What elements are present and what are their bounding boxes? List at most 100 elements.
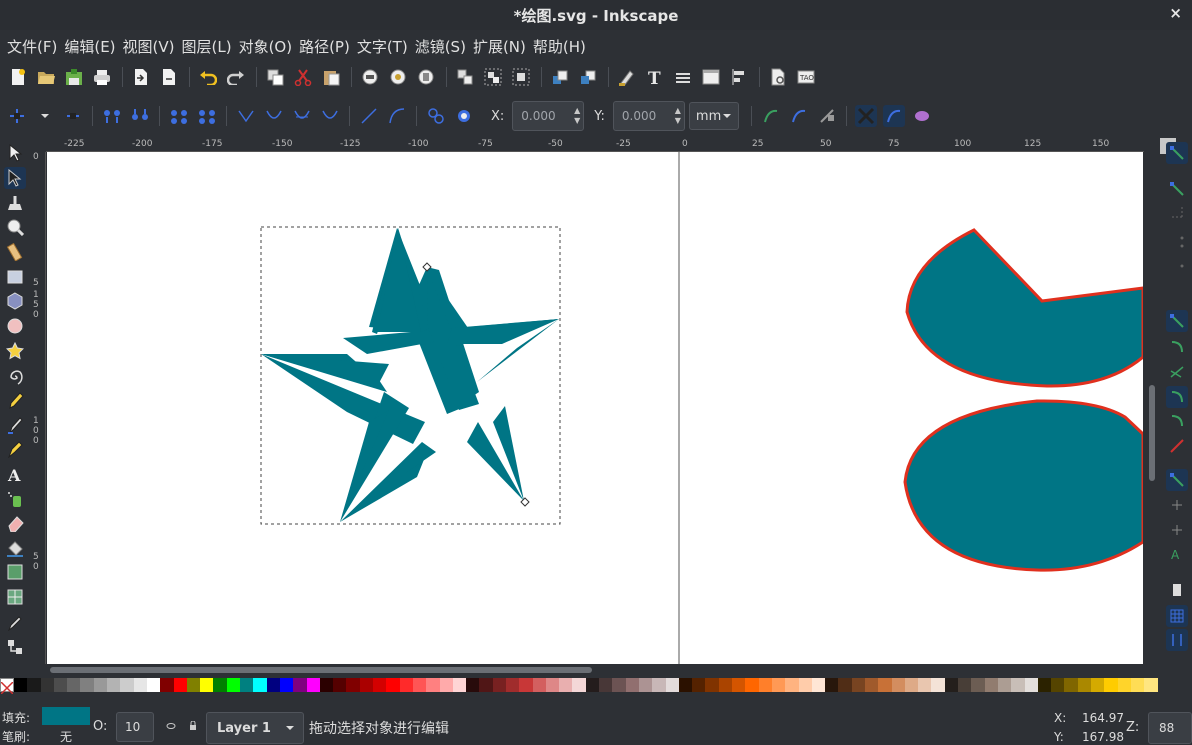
- calligraphy-tool-icon[interactable]: [4, 438, 26, 460]
- palette-swatch[interactable]: [346, 678, 360, 692]
- palette-swatch[interactable]: [53, 678, 68, 692]
- snap-text-baseline-icon[interactable]: A: [1166, 543, 1188, 565]
- palette-swatch[interactable]: [466, 678, 480, 692]
- menu-file[interactable]: 文件(F): [7, 36, 57, 57]
- snap-midpoint-icon[interactable]: [1166, 435, 1188, 457]
- snap-bbox-corner-icon[interactable]: [1166, 232, 1188, 254]
- delete-segment-icon[interactable]: [196, 105, 218, 127]
- palette-swatch[interactable]: [1077, 678, 1092, 692]
- box-3d-tool-icon[interactable]: [4, 290, 26, 312]
- edit-mask-icon[interactable]: [816, 105, 838, 127]
- palette-swatch[interactable]: [825, 678, 839, 692]
- palette-swatch[interactable]: [944, 678, 959, 692]
- palette-swatch[interactable]: [519, 678, 533, 692]
- zoom-page-icon[interactable]: [416, 67, 436, 87]
- menu-view[interactable]: 视图(V): [123, 36, 175, 57]
- eraser-tool-icon[interactable]: [4, 512, 26, 534]
- show-transform-handles-icon[interactable]: [854, 105, 877, 127]
- ungroup-icon[interactable]: [483, 67, 503, 87]
- palette-swatch[interactable]: [359, 678, 374, 692]
- palette-swatch[interactable]: [545, 678, 560, 692]
- x-input[interactable]: 0.000 ▲ ▼: [512, 101, 585, 131]
- lower-icon[interactable]: [578, 67, 598, 87]
- palette-swatch[interactable]: [732, 678, 746, 692]
- menu-path[interactable]: 路径(P): [299, 36, 350, 57]
- palette-swatch[interactable]: [572, 678, 586, 692]
- palette-swatch[interactable]: [811, 678, 826, 692]
- palette-swatch[interactable]: [851, 678, 865, 692]
- dropper-icon[interactable]: [4, 611, 26, 633]
- fill-indicator[interactable]: [42, 707, 90, 725]
- zoom-drawing-icon[interactable]: [388, 67, 408, 87]
- palette-swatch[interactable]: [213, 678, 227, 692]
- delete-node-icon[interactable]: [62, 105, 84, 127]
- palette-swatch[interactable]: [838, 678, 852, 692]
- new-document-icon[interactable]: [8, 67, 28, 87]
- palette-swatch[interactable]: [120, 678, 134, 692]
- palette-swatch[interactable]: [718, 678, 733, 692]
- palette-swatch[interactable]: [771, 678, 786, 692]
- text-font-icon[interactable]: T: [645, 67, 665, 87]
- snap-bbox-midpoint-icon[interactable]: [1166, 256, 1188, 278]
- break-path-icon[interactable]: [129, 105, 151, 127]
- palette-swatch[interactable]: [333, 678, 347, 692]
- palette-swatch[interactable]: [652, 678, 666, 692]
- palette-swatch[interactable]: [386, 678, 400, 692]
- node-auto-icon[interactable]: [319, 105, 341, 127]
- snap-center-icon[interactable]: [1166, 494, 1188, 516]
- layers-icon[interactable]: [673, 67, 693, 87]
- palette-swatch[interactable]: [279, 678, 294, 692]
- spray-tool-icon[interactable]: [4, 488, 26, 510]
- menu-help[interactable]: 帮助(H): [533, 36, 586, 57]
- palette-swatch[interactable]: [1144, 678, 1158, 692]
- palette-swatch[interactable]: [1064, 678, 1078, 692]
- palette-swatch[interactable]: [14, 678, 28, 692]
- palette-swatch[interactable]: [532, 678, 546, 692]
- horizontal-ruler[interactable]: -225 -200 -175 -150 -125 -100 -75 -50 -2…: [46, 138, 1144, 152]
- edit-clip-path-icon[interactable]: [788, 105, 810, 127]
- palette-swatch[interactable]: [971, 678, 985, 692]
- paste-icon[interactable]: [321, 67, 341, 87]
- connector-tool-icon[interactable]: [4, 636, 26, 658]
- join-segment-icon[interactable]: [168, 105, 190, 127]
- palette-swatch[interactable]: [200, 678, 214, 692]
- pen-tool-icon[interactable]: [4, 414, 26, 436]
- snap-cusp-icon[interactable]: [1166, 386, 1188, 408]
- join-nodes-icon[interactable]: [101, 105, 123, 127]
- snap-rotation-center-icon[interactable]: [1166, 519, 1188, 541]
- canvas[interactable]: [47, 152, 1143, 664]
- clone-icon[interactable]: [511, 67, 531, 87]
- save-icon[interactable]: [64, 67, 84, 87]
- palette-swatch[interactable]: [798, 678, 812, 692]
- unit-dropdown[interactable]: mm: [688, 102, 739, 130]
- palette-swatch[interactable]: [240, 678, 254, 692]
- palette-swatch[interactable]: [293, 678, 307, 692]
- palette-swatch[interactable]: [319, 678, 334, 692]
- palette-swatch[interactable]: [878, 678, 892, 692]
- close-icon[interactable]: ×: [1169, 4, 1182, 22]
- node-cusp-icon[interactable]: [235, 105, 257, 127]
- palette-swatch[interactable]: [306, 678, 320, 692]
- palette-swatch[interactable]: [997, 678, 1012, 692]
- menu-object[interactable]: 对象(O): [239, 36, 293, 57]
- node-handle[interactable]: [520, 497, 530, 507]
- zoom-selection-icon[interactable]: [360, 67, 380, 87]
- ellipse-shape[interactable]: [903, 399, 1143, 572]
- object-to-path-icon[interactable]: [425, 105, 447, 127]
- palette-swatch[interactable]: [585, 678, 600, 692]
- ellipse-tool-icon[interactable]: [4, 315, 26, 337]
- palette-swatch[interactable]: [958, 678, 972, 692]
- palette-swatch[interactable]: [904, 678, 919, 692]
- palette-swatch[interactable]: [426, 678, 440, 692]
- star-tool-icon[interactable]: [4, 340, 26, 362]
- palette-swatch[interactable]: [146, 678, 161, 692]
- spiral-tool-icon[interactable]: [4, 365, 26, 387]
- palette-swatch[interactable]: [1117, 678, 1131, 692]
- bucket-fill-icon[interactable]: [4, 537, 26, 559]
- xml-editor-icon[interactable]: [701, 67, 721, 87]
- node-symmetric-icon[interactable]: [291, 105, 313, 127]
- snap-bbox-edge-icon[interactable]: [1166, 201, 1188, 223]
- palette-swatch[interactable]: [785, 678, 799, 692]
- cut-icon[interactable]: [293, 67, 313, 87]
- print-icon[interactable]: [92, 67, 112, 87]
